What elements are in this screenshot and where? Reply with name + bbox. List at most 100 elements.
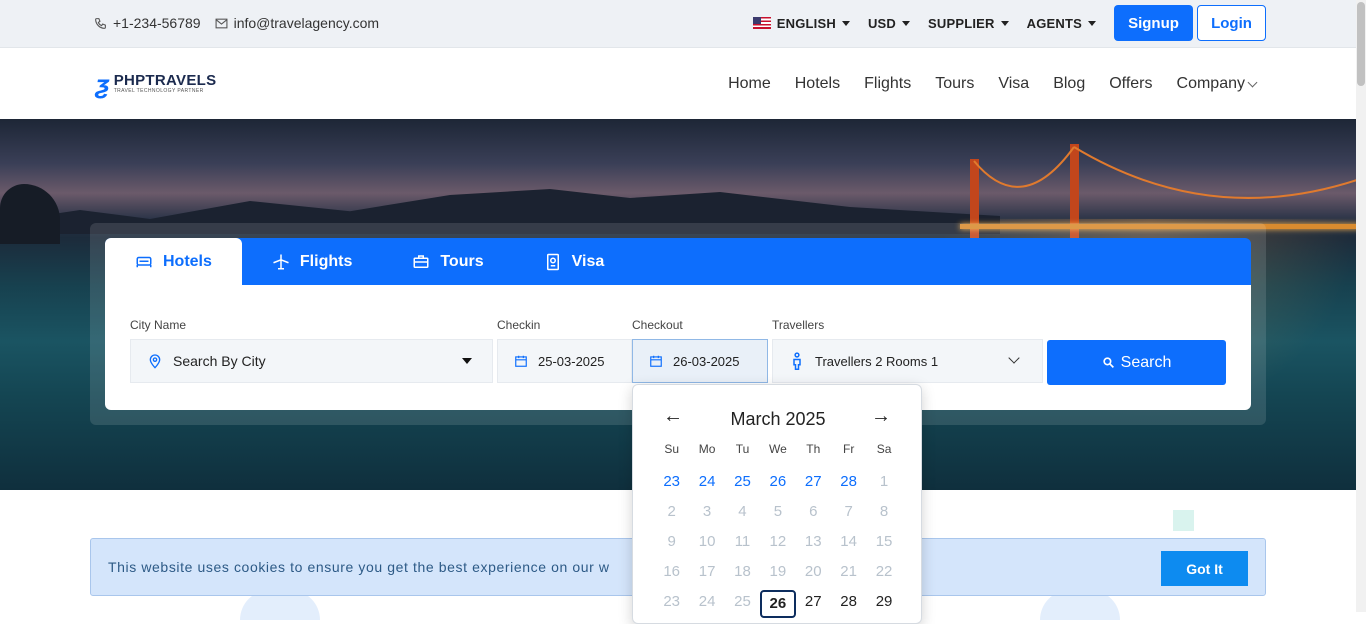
weekday-header: We [768, 442, 787, 456]
calendar-day: 20 [804, 563, 822, 580]
weekday-header: Su [664, 442, 680, 456]
weekday-header: Fr [842, 442, 855, 456]
calendar-day: 8 [879, 503, 889, 520]
tab-visa-label: Visa [571, 252, 605, 270]
calendar-day[interactable]: 24 [689, 472, 724, 502]
calendar-day: 24 [698, 593, 716, 610]
calendar-day: 3 [702, 503, 712, 520]
calendar-day[interactable]: 23 [654, 472, 689, 502]
brand-logo[interactable]: ƺ PHPTRAVELS TRAVEL TECHNOLOGY PARTNER [96, 71, 216, 97]
phone-contact[interactable]: +1-234-56789 [94, 15, 201, 31]
search-icon [1102, 357, 1114, 368]
passport-icon [546, 253, 559, 270]
cookie-accept-button[interactable]: Got It [1161, 551, 1248, 586]
tab-flights[interactable]: Flights [242, 238, 382, 285]
weekday-header: Tu [735, 442, 750, 456]
calendar-day: 15 [875, 533, 893, 550]
nav-company-label: Company [1176, 75, 1245, 92]
currency-dropdown[interactable]: USD [868, 16, 910, 31]
phone-text: +1-234-56789 [113, 15, 201, 31]
calendar-day: 6 [809, 503, 818, 520]
nav-menu: Home Hotels Flights Tours Visa Blog Offe… [728, 75, 1258, 93]
tab-hotels[interactable]: Hotels [105, 238, 242, 285]
calendar-day[interactable]: 29 [866, 592, 901, 622]
nav-hotels[interactable]: Hotels [795, 75, 840, 93]
decor-square [1173, 510, 1194, 531]
calendar-day: 25 [734, 593, 751, 610]
caret-down-icon [1088, 20, 1096, 26]
tab-visa[interactable]: Visa [514, 238, 635, 285]
email-text: info@travelagency.com [233, 15, 380, 31]
calendar-day: 5 [773, 503, 783, 520]
chevron-down-icon [1247, 77, 1258, 87]
language-label: ENGLISH [776, 15, 836, 31]
search-button[interactable]: Search [1047, 340, 1226, 385]
next-month-arrow-icon[interactable]: → [871, 405, 891, 428]
logo-mark-icon: ƺ [96, 69, 110, 99]
nav-offers[interactable]: Offers [1109, 75, 1152, 93]
agents-dropdown[interactable]: AGENTS [1027, 16, 1096, 31]
calendar-day: 2 [667, 503, 676, 520]
calendar-day: 14 [840, 533, 857, 550]
chevron-down-icon [1008, 352, 1020, 364]
plane-icon [273, 254, 289, 269]
weekday-header: Sa [876, 442, 892, 456]
briefcase-icon [413, 254, 429, 268]
login-button[interactable]: Login [1197, 5, 1266, 41]
calendar-day: 19 [769, 563, 787, 580]
calendar-day[interactable]: 28 [831, 472, 866, 502]
calendar-day: 12 [769, 533, 787, 550]
tab-tours-label: Tours [440, 252, 484, 270]
contact-info: +1-234-56789 info@travelagency.com [94, 15, 379, 31]
rock-image [0, 184, 60, 244]
nav-visa[interactable]: Visa [998, 75, 1029, 93]
calendar-day: 17 [698, 563, 716, 580]
brand-name: PHPTRAVELS [113, 72, 217, 89]
nav-home[interactable]: Home [728, 75, 771, 93]
calendar-day: 11 [734, 533, 751, 550]
supplier-dropdown[interactable]: SUPPLIER [928, 16, 1009, 31]
nav-tours[interactable]: Tours [935, 75, 974, 93]
nav-company[interactable]: Company [1176, 75, 1258, 93]
calendar-day[interactable]: 27 [796, 592, 831, 622]
scrollbar-thumb[interactable] [1357, 2, 1365, 86]
nav-flights[interactable]: Flights [864, 75, 911, 93]
calendar-icon [650, 355, 662, 367]
checkout-input[interactable]: 26-03-2025 [632, 339, 768, 383]
calendar-day: 10 [698, 533, 716, 550]
signup-button[interactable]: Signup [1114, 5, 1193, 41]
calendar-day: 13 [804, 533, 822, 550]
caret-down-icon [841, 20, 850, 26]
language-dropdown[interactable]: ENGLISH [752, 15, 850, 31]
caret-down-icon [902, 20, 910, 26]
us-flag-icon [752, 17, 771, 29]
weekday-header: Mo [698, 442, 716, 456]
logo-text: PHPTRAVELS TRAVEL TECHNOLOGY PARTNER [113, 72, 217, 94]
checkin-input[interactable]: 25-03-2025 [497, 339, 632, 383]
calendar-day[interactable]: 26 [760, 472, 795, 502]
email-contact[interactable]: info@travelagency.com [215, 15, 379, 31]
person-icon [793, 352, 801, 370]
cookie-message: This website uses cookies to ensure you … [108, 559, 610, 575]
search-button-label: Search [1120, 353, 1172, 371]
city-select[interactable]: Search By City [130, 339, 493, 383]
top-bar: +1-234-56789 info@travelagency.com ENGLI… [0, 0, 1356, 48]
page-scrollbar[interactable] [1356, 0, 1366, 612]
calendar-day[interactable]: 28 [831, 592, 866, 622]
mail-icon [215, 18, 228, 28]
calendar-day: 21 [840, 563, 857, 580]
bed-icon [136, 256, 152, 267]
calendar-day: 1 [879, 473, 889, 490]
weekday-header: Th [806, 442, 821, 456]
calendar-day[interactable]: 25 [725, 472, 760, 502]
calendar-day-selected[interactable]: 26 [760, 590, 796, 618]
nav-blog[interactable]: Blog [1053, 75, 1085, 93]
caret-down-icon [462, 358, 472, 364]
search-tabs: Hotels Flights Tours Visa [105, 238, 1251, 285]
city-label: City Name [130, 318, 187, 332]
agents-label: AGENTS [1026, 15, 1082, 31]
travellers-select[interactable]: Travellers 2 Rooms 1 [772, 339, 1043, 383]
city-value: Search By City [173, 353, 266, 369]
calendar-day[interactable]: 27 [796, 472, 831, 502]
tab-tours[interactable]: Tours [382, 238, 513, 285]
